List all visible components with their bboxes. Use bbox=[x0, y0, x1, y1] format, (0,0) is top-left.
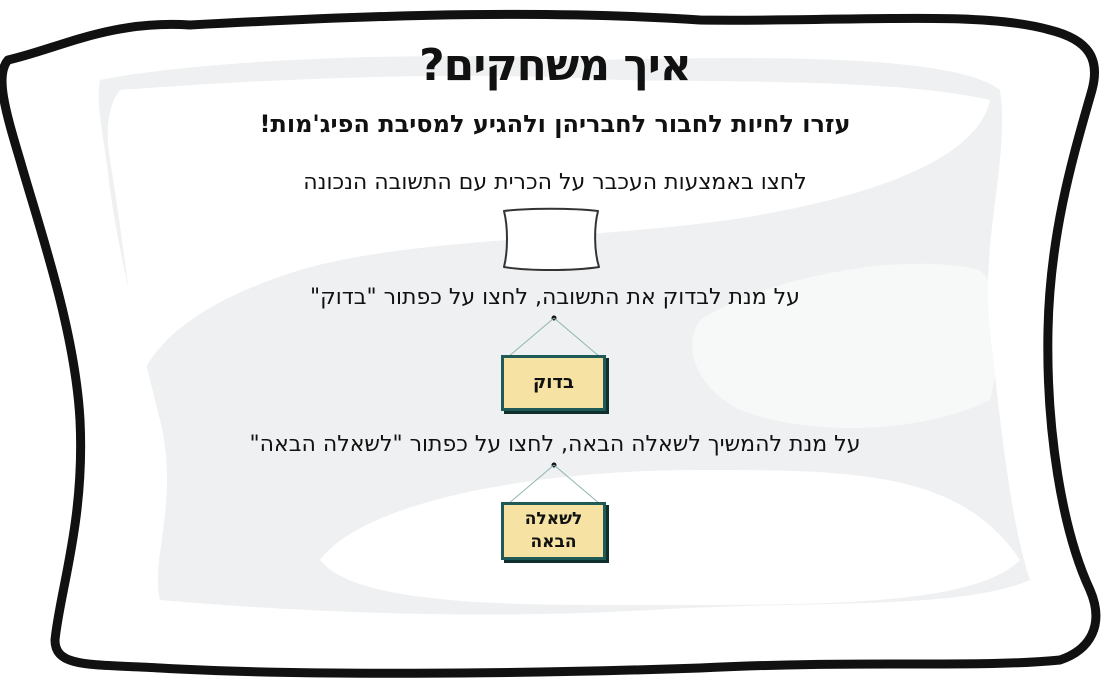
instruction-check: על מנת לבדוק את התשובה, לחצו על כפתור "ב… bbox=[310, 285, 800, 310]
check-button[interactable]: בדוק bbox=[501, 355, 606, 411]
page-title: איך משחקים? bbox=[419, 40, 692, 91]
how-to-play-screen: איך משחקים? עזרו לחיות לחבור לחבריהן ולה… bbox=[0, 0, 1110, 680]
pillow-frame-icon bbox=[0, 9, 1101, 678]
next-button-label-line2: הבאה bbox=[530, 532, 577, 552]
next-button-label-line1: לשאלה bbox=[524, 509, 583, 530]
next-question-button[interactable]: לשאלה הבאה bbox=[501, 502, 606, 560]
page-subtitle: עזרו לחיות לחבור לחבריהן ולהגיע למסיבת ה… bbox=[259, 110, 851, 138]
instruction-select-pillow: לחצו באמצעות העכבר על הכרית עם התשובה הנ… bbox=[303, 170, 807, 195]
example-pillow-icon bbox=[503, 207, 600, 271]
instruction-next: על מנת להמשיך לשאלה הבאה, לחצו על כפתור … bbox=[249, 432, 861, 457]
